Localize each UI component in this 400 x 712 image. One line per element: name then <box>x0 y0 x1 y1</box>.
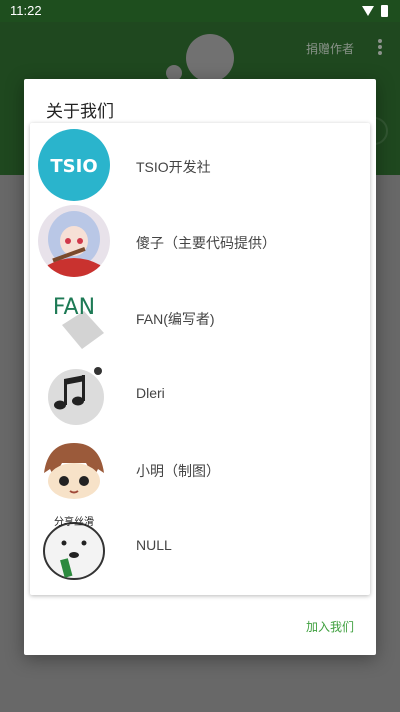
member-name: TSIO开发社 <box>136 159 211 175</box>
dialog-title: 关于我们 <box>46 102 114 121</box>
join-us-button[interactable]: 加入我们 <box>306 618 354 635</box>
tsio-logo-icon: TSIO <box>38 129 110 201</box>
status-bar: 11:22 <box>0 0 400 22</box>
meme-face-avatar: 分享丝滑 <box>38 509 110 581</box>
meme-avatar-text: 分享丝滑 <box>54 515 94 528</box>
member-name: NULL <box>136 537 172 553</box>
member-name: FAN(编写者) <box>136 311 215 327</box>
list-item[interactable]: 分享丝滑 NULL <box>30 503 370 581</box>
fan-avatar-text: FAN <box>53 295 95 320</box>
list-item[interactable]: 傻子（主要代码提供） <box>30 199 370 277</box>
member-name: 小明（制图） <box>136 463 220 479</box>
list-item[interactable]: 小明（制图） <box>30 427 370 505</box>
list-item[interactable]: FAN FAN(编写者) <box>30 275 370 353</box>
list-item[interactable]: Dleri <box>30 351 370 429</box>
member-name: 傻子（主要代码提供） <box>136 235 276 251</box>
member-name: Dleri <box>136 385 165 401</box>
wifi-icon <box>362 6 374 16</box>
members-list: TSIO TSIO开发社 傻子（主要代码提供） FAN FAN(编写者) Dle… <box>30 123 370 595</box>
tsio-logo-text: TSIO <box>50 156 97 177</box>
battery-icon <box>381 5 388 17</box>
list-item[interactable]: TSIO TSIO开发社 <box>30 123 370 201</box>
fan-text-avatar: FAN <box>38 281 110 353</box>
cartoon-boy-avatar <box>38 433 110 505</box>
about-dialog: 关于我们 TSIO TSIO开发社 傻子（主要代码提供） FAN FAN(编写者… <box>24 79 376 655</box>
music-note-icon <box>38 357 110 429</box>
anime-girl-avatar <box>38 205 110 277</box>
status-time: 11:22 <box>10 3 42 18</box>
